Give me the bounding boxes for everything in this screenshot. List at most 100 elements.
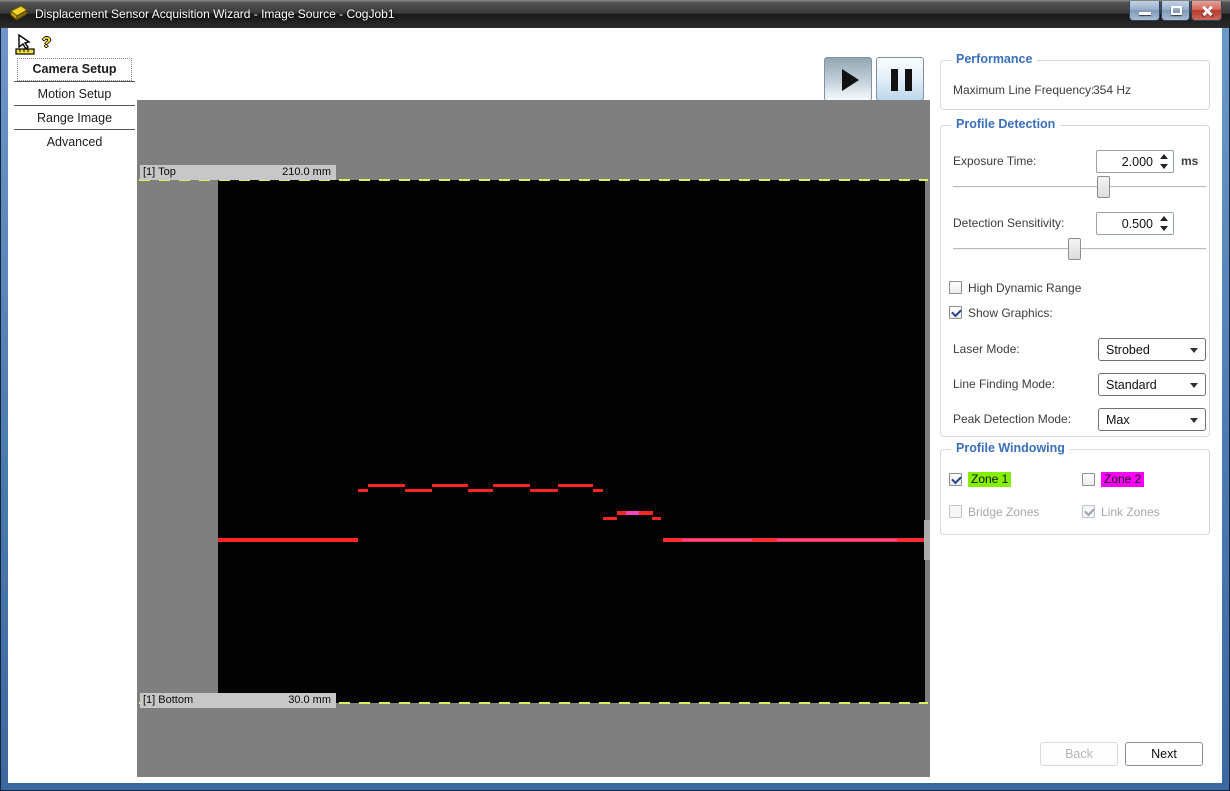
hdr-checkbox[interactable]	[949, 281, 962, 294]
laser-segment	[432, 484, 468, 487]
sensor-image	[218, 180, 925, 703]
pause-button[interactable]	[876, 57, 924, 101]
profile-detection-group-title: Profile Detection	[951, 117, 1060, 131]
chevron-down-icon	[1190, 348, 1198, 353]
laser-segment	[493, 484, 530, 487]
minimize-button[interactable]	[1129, 1, 1160, 21]
top-range-label: [1] Top 210.0 mm	[140, 165, 336, 180]
profile-windowing-group-title: Profile Windowing	[951, 441, 1070, 455]
exposure-time-value: 2.000	[1122, 155, 1153, 169]
exposure-spin-buttons[interactable]	[1156, 151, 1171, 172]
max-line-frequency-value: 354 Hz	[1093, 83, 1131, 97]
camera-image-view: [1] Top 210.0 mm [1] Bottom 30.0 mm	[137, 100, 930, 777]
nav-separator	[14, 81, 135, 82]
zone1-label: Zone 1	[968, 472, 1011, 486]
laser-segment	[358, 489, 368, 492]
line-finding-mode-value: Standard	[1106, 378, 1157, 392]
sensitivity-spin-buttons[interactable]	[1156, 213, 1171, 234]
acquisition-controls	[824, 57, 924, 101]
laser-mode-select[interactable]: Strobed	[1098, 338, 1206, 361]
laser-segment	[652, 517, 661, 520]
window-title: Displacement Sensor Acquisition Wizard -…	[35, 7, 395, 21]
laser-segment	[405, 489, 432, 492]
bridge-zones-label: Bridge Zones	[968, 505, 1039, 519]
nav-item-motion-setup[interactable]: Motion Setup	[14, 84, 135, 105]
nav-item-range-image[interactable]: Range Image	[14, 108, 135, 129]
chevron-down-icon	[1190, 418, 1198, 423]
top-range-name: [1] Top	[143, 166, 176, 180]
exposure-slider[interactable]	[953, 176, 1206, 198]
peak-detection-mode-label: Peak Detection Mode:	[953, 412, 1071, 426]
wizard-nav: Camera Setup Motion Setup Range Image Ad…	[14, 58, 135, 153]
maximize-button[interactable]	[1161, 1, 1190, 21]
hdr-label: High Dynamic Range	[968, 281, 1081, 295]
exposure-slider-track	[953, 186, 1206, 187]
zone2-checkbox[interactable]	[1082, 473, 1095, 486]
link-zones-label: Link Zones	[1101, 505, 1160, 519]
play-button[interactable]	[824, 57, 872, 101]
exposure-slider-thumb[interactable]	[1097, 176, 1110, 198]
measure-tool-button[interactable]	[15, 34, 37, 59]
zone1-chip: Zone 1	[968, 472, 1011, 487]
exposure-unit-label: ms	[1181, 154, 1198, 168]
help-button[interactable]: ?	[42, 34, 51, 51]
close-button[interactable]	[1191, 1, 1222, 21]
maximize-icon	[1171, 6, 1182, 15]
sensitivity-slider-thumb[interactable]	[1068, 238, 1081, 260]
spin-up-icon	[1160, 216, 1168, 221]
show-graphics-checkbox[interactable]	[949, 306, 962, 319]
help-icon: ?	[42, 34, 51, 51]
line-finding-mode-select[interactable]: Standard	[1098, 373, 1206, 396]
profile-windowing-group: Profile Windowing Zone 1 Zone 2 Bridge Z…	[940, 449, 1210, 535]
laser-mode-label: Laser Mode:	[953, 342, 1020, 356]
laser-segment	[468, 489, 493, 492]
spin-down-icon	[1160, 164, 1168, 169]
nav-item-camera-setup[interactable]: Camera Setup	[17, 58, 132, 81]
top-range-value: 210.0 mm	[282, 166, 331, 180]
pause-icon	[891, 69, 912, 91]
show-graphics-label: Show Graphics:	[968, 306, 1053, 320]
performance-group-title: Performance	[951, 52, 1037, 66]
laser-segment	[530, 489, 558, 492]
nav-separator	[14, 105, 135, 106]
app-icon	[9, 5, 29, 23]
laser-segment	[368, 484, 405, 487]
laser-segment	[558, 484, 593, 487]
title-bar: Displacement Sensor Acquisition Wizard -…	[0, 0, 1230, 28]
performance-group: Performance Maximum Line Frequency: 354 …	[940, 60, 1210, 110]
exposure-time-label: Exposure Time:	[953, 154, 1036, 168]
peak-detection-mode-value: Max	[1106, 413, 1130, 427]
splitter-handle[interactable]	[924, 520, 930, 560]
bottom-range-label: [1] Bottom 30.0 mm	[140, 693, 336, 708]
laser-segment	[626, 511, 639, 515]
spin-up-icon	[1160, 154, 1168, 159]
profile-detection-group: Profile Detection Exposure Time: 2.000 m…	[940, 125, 1210, 437]
content-area: ? Camera Setup Motion Setup Range Image …	[8, 28, 1222, 783]
max-line-frequency-label: Maximum Line Frequency:	[953, 83, 1094, 97]
nav-separator	[14, 129, 135, 130]
minimize-icon	[1139, 12, 1151, 15]
exposure-time-input[interactable]: 2.000	[1096, 150, 1174, 173]
next-button[interactable]: Next	[1125, 742, 1203, 766]
laser-segment	[218, 538, 358, 542]
zone2-label: Zone 2	[1101, 472, 1144, 486]
zone2-chip: Zone 2	[1101, 472, 1144, 487]
wizard-window: Displacement Sensor Acquisition Wizard -…	[0, 0, 1230, 791]
laser-mode-value: Strobed	[1106, 343, 1150, 357]
bottom-range-name: [1] Bottom	[143, 694, 193, 708]
chevron-down-icon	[1190, 383, 1198, 388]
peak-detection-mode-select[interactable]: Max	[1098, 408, 1206, 431]
laser-segment	[603, 517, 617, 520]
detection-sensitivity-label: Detection Sensitivity:	[953, 216, 1064, 230]
line-finding-mode-label: Line Finding Mode:	[953, 377, 1055, 391]
sensitivity-slider[interactable]	[953, 238, 1206, 260]
detection-sensitivity-input[interactable]: 0.500	[1096, 212, 1174, 235]
spin-down-icon	[1160, 226, 1168, 231]
nav-item-advanced[interactable]: Advanced	[14, 132, 135, 153]
play-icon	[842, 69, 859, 91]
bridge-zones-checkbox	[949, 505, 962, 518]
laser-segment	[777, 539, 897, 541]
bottom-range-value: 30.0 mm	[288, 694, 331, 708]
detection-sensitivity-value: 0.500	[1122, 217, 1153, 231]
zone1-checkbox[interactable]	[949, 473, 962, 486]
